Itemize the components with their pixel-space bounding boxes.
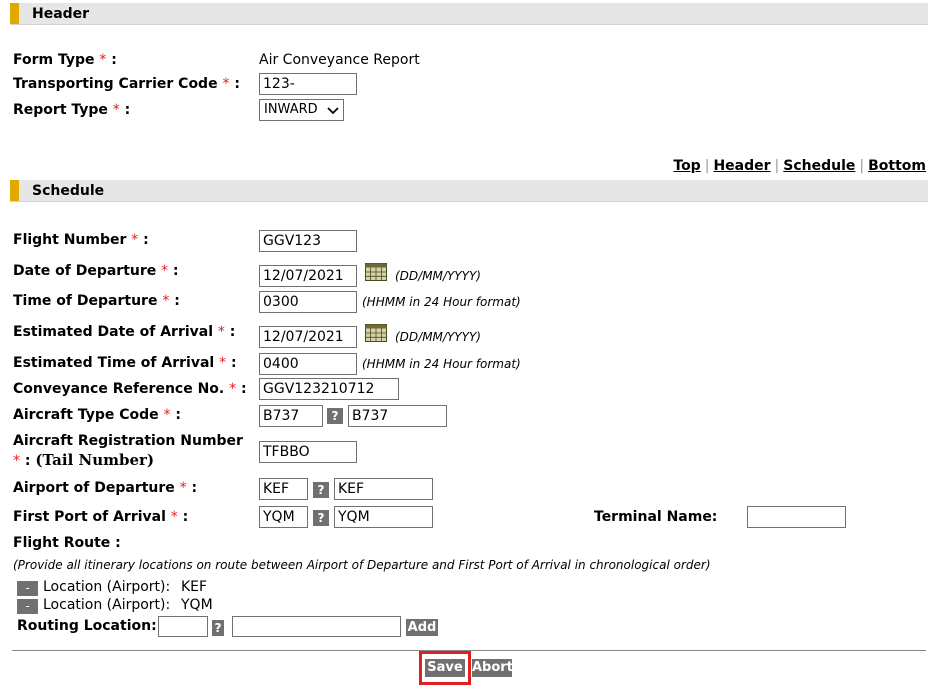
chevron-down-icon [327,107,339,115]
schedule-section-bar: Schedule [10,180,928,202]
route-location-label: Location (Airport): [43,597,171,613]
time-format-hint: (HHMM in 24 Hour format) [362,357,521,371]
date-format-hint: (DD/MM/YYYY) [395,330,481,344]
est-time-arrival-input[interactable]: 0400 [259,353,357,375]
conveyance-ref-label: Conveyance Reference No. * : [13,381,247,397]
first-port-desc-field: YQM [334,506,433,528]
remove-location-button[interactable]: - [17,599,38,614]
form-type-value: Air Conveyance Report [259,52,420,68]
save-button[interactable]: Save [425,659,465,677]
nav-top-link[interactable]: Top [673,158,700,174]
header-section-bar: Header [10,3,928,25]
conveyance-ref-input[interactable]: GGV123210712 [259,378,399,400]
report-type-value: INWARD [264,102,318,117]
carrier-code-label: Transporting Carrier Code * : [13,76,240,92]
time-format-hint: (HHMM in 24 Hour format) [362,295,521,309]
aircraft-type-desc-field: B737 [348,405,447,427]
section-accent [10,180,19,201]
form-type-label: Form Type * : [13,52,117,68]
nav-schedule-link[interactable]: Schedule [783,158,855,174]
aircraft-type-code-input[interactable]: B737 [259,405,323,427]
aircraft-reg-label-line2: * : (Tail Number) [13,451,155,469]
first-port-label: First Port of Arrival * : [13,509,189,525]
report-type-select[interactable]: INWARD [259,99,344,121]
calendar-icon[interactable] [365,324,387,342]
est-time-arrival-label: Estimated Time of Arrival * : [13,355,237,371]
flight-number-input[interactable]: GGV123 [259,230,357,252]
first-port-lookup-button[interactable]: ? [313,510,329,526]
aircraft-reg-input[interactable]: TFBBO [259,441,357,463]
date-departure-label: Date of Departure * : [13,263,179,279]
section-title-schedule: Schedule [32,183,105,199]
flight-route-note: (Provide all itinerary locations on rout… [13,558,711,572]
nav-header-link[interactable]: Header [713,158,770,174]
abort-button[interactable]: Abort [472,659,513,677]
flight-route-label: Flight Route : [13,535,121,551]
nav-bottom-link[interactable]: Bottom [868,158,926,174]
time-departure-label: Time of Departure * : [13,293,180,309]
route-location-code: YQM [181,597,213,613]
section-title-header: Header [32,6,90,22]
add-routing-location-button[interactable]: Add [406,619,438,636]
est-date-arrival-label: Estimated Date of Arrival * : [13,324,236,340]
date-format-hint: (DD/MM/YYYY) [395,269,481,283]
date-departure-input[interactable]: 12/07/2021 [259,265,357,287]
aircraft-reg-label-line1: Aircraft Registration Number [13,433,243,449]
remove-location-button[interactable]: - [17,581,38,596]
report-type-label: Report Type * : [13,102,131,118]
route-location-label: Location (Airport): [43,579,171,595]
aircraft-type-label: Aircraft Type Code * : [13,407,182,423]
routing-location-lookup-button[interactable]: ? [212,620,224,636]
carrier-code-input[interactable]: 123- [259,73,357,95]
section-nav: Top | Header | Schedule | Bottom [673,158,926,174]
terminal-name-label: Terminal Name: [594,509,718,525]
time-departure-input[interactable]: 0300 [259,291,357,313]
airport-departure-label: Airport of Departure * : [13,480,198,496]
nav-separator: | [774,158,780,174]
nav-separator: | [859,158,865,174]
airport-departure-desc-field: KEF [334,478,433,500]
flight-number-label: Flight Number * : [13,232,149,248]
est-date-arrival-input[interactable]: 12/07/2021 [259,326,357,348]
aircraft-type-lookup-button[interactable]: ? [327,408,343,424]
terminal-name-input[interactable] [747,506,846,528]
airport-departure-code-input[interactable]: KEF [259,478,308,500]
routing-location-code-input[interactable] [158,616,208,637]
section-accent [10,3,19,24]
calendar-icon[interactable] [365,263,387,281]
route-location-code: KEF [181,579,208,595]
routing-location-label: Routing Location: [17,618,157,634]
nav-separator: | [704,158,710,174]
first-port-code-input[interactable]: YQM [259,506,308,528]
routing-location-desc-field [232,616,401,637]
airport-departure-lookup-button[interactable]: ? [313,482,329,498]
